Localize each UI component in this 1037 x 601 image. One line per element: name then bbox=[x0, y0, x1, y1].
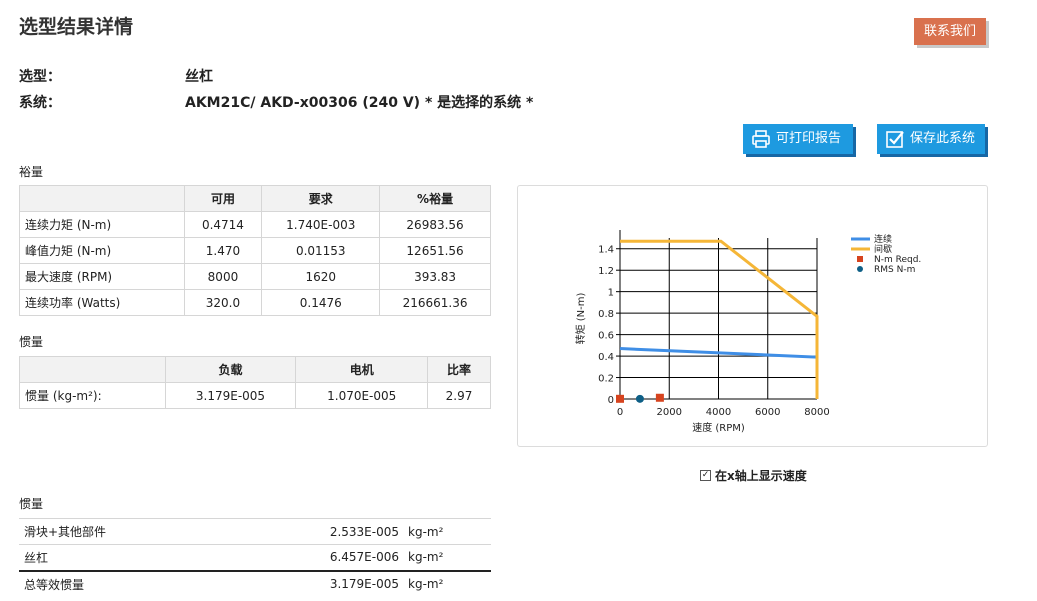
table-cell: 总等效惯量 bbox=[19, 569, 283, 597]
type-label: 选型： bbox=[19, 69, 61, 85]
table-cell: 0.4714 bbox=[183, 211, 263, 238]
legend-swatch bbox=[857, 256, 863, 262]
y-tick-label: 1.4 bbox=[598, 245, 614, 256]
inertia-ratio-section-label: 惯量 bbox=[19, 335, 44, 349]
margin-table: 可用 要求 %裕量 连续力矩 (N-m) 0.4714 1.740E-003 2… bbox=[19, 185, 491, 316]
print-report-label: 可打印报告 bbox=[776, 131, 842, 146]
table-cell: kg-m² bbox=[403, 518, 491, 545]
table-cell: kg-m² bbox=[403, 544, 491, 571]
printer-icon bbox=[751, 129, 771, 149]
table-cell: kg-m² bbox=[403, 569, 491, 597]
table-cell: 2.97 bbox=[427, 382, 491, 409]
show-speed-label: 在x轴上显示速度 bbox=[715, 469, 807, 483]
checkbox-checked-icon[interactable]: ✓ bbox=[700, 470, 711, 481]
x-tick-label: 6000 bbox=[755, 407, 780, 418]
table-row: 连续力矩 (N-m) 0.4714 1.740E-003 26983.56 bbox=[19, 211, 491, 238]
table-header: 可用 bbox=[183, 185, 263, 212]
table-header: 电机 bbox=[295, 356, 429, 383]
table-cell: 1.070E-005 bbox=[295, 382, 429, 409]
table-cell: 1.740E-003 bbox=[261, 211, 381, 238]
table-row: 峰值力矩 (N-m) 1.470 0.01153 12651.56 bbox=[19, 237, 491, 264]
table-cell: 0.01153 bbox=[261, 237, 381, 264]
y-tick-label: 0 bbox=[608, 395, 614, 406]
table-header: 要求 bbox=[261, 185, 381, 212]
x-tick-label: 8000 bbox=[804, 407, 829, 418]
table-header bbox=[19, 356, 166, 383]
table-cell: 最大速度 (RPM) bbox=[19, 263, 185, 290]
legend-label: 间歇 bbox=[874, 243, 892, 255]
table-cell: 216661.36 bbox=[379, 289, 491, 316]
table-header-row: 可用 要求 %裕量 bbox=[19, 185, 491, 212]
table-header-row: 负载 电机 比率 bbox=[19, 356, 491, 383]
table-cell: 3.179E-005 bbox=[164, 382, 297, 409]
y-tick-label: 0.6 bbox=[598, 331, 614, 342]
table-cell: 3.179E-005 bbox=[283, 569, 403, 597]
page-title: 选型结果详情 bbox=[19, 16, 134, 38]
table-cell: 2.533E-005 bbox=[283, 518, 403, 545]
y-tick-label: 0.2 bbox=[598, 374, 614, 385]
y-tick-label: 1 bbox=[608, 288, 614, 299]
y-tick-label: 0.4 bbox=[598, 352, 614, 363]
table-cell: 6.457E-006 bbox=[283, 544, 403, 571]
table-cell: 惯量 (kg-m²): bbox=[19, 382, 166, 409]
table-header: 负载 bbox=[164, 356, 297, 383]
save-system-button[interactable]: 保存此系统 bbox=[877, 124, 985, 154]
system-value: AKM21C/ AKD-x00306 (240 V) * 是选择的系统 * bbox=[185, 95, 534, 111]
y-tick-label: 1.2 bbox=[598, 266, 614, 277]
series-point bbox=[635, 394, 644, 403]
margin-section-label: 裕量 bbox=[19, 165, 44, 179]
table-cell: 峰值力矩 (N-m) bbox=[19, 237, 185, 264]
chart-canvas: 0 2000 4000 6000 8000 0 0.2 0.4 0.6 0.8 1 1.2 1.4 速度… bbox=[574, 230, 921, 434]
table-cell: 320.0 bbox=[183, 289, 263, 316]
show-speed-checkbox[interactable]: ✓ 在x轴上显示速度 bbox=[700, 467, 807, 484]
series-point bbox=[655, 393, 664, 402]
table-cell: 滑块+其他部件 bbox=[19, 518, 283, 545]
table-cell: 8000 bbox=[183, 263, 263, 290]
table-cell: 连续功率 (Watts) bbox=[19, 289, 185, 316]
x-tick-label: 2000 bbox=[657, 407, 682, 418]
x-tick-label: 4000 bbox=[706, 407, 731, 418]
table-cell: 26983.56 bbox=[379, 211, 491, 238]
table-cell: 0.1476 bbox=[261, 289, 381, 316]
torque-speed-chart: 0 2000 4000 6000 8000 0 0.2 0.4 0.6 0.8 1 1.2 1.4 速度… bbox=[517, 185, 988, 447]
system-label: 系统： bbox=[19, 95, 61, 111]
table-row: 惯量 (kg-m²): 3.179E-005 1.070E-005 2.97 bbox=[19, 382, 491, 409]
x-tick-label: 0 bbox=[617, 407, 623, 418]
save-system-label: 保存此系统 bbox=[910, 131, 976, 146]
checkbox-icon bbox=[885, 129, 905, 149]
contact-us-button[interactable]: 联系我们 bbox=[914, 18, 986, 45]
table-cell: 12651.56 bbox=[379, 237, 491, 264]
table-row-total: 总等效惯量 3.179E-005 kg-m² bbox=[19, 569, 491, 597]
type-value: 丝杠 bbox=[185, 69, 213, 85]
table-header: 比率 bbox=[427, 356, 491, 383]
table-row: 连续功率 (Watts) 320.0 0.1476 216661.36 bbox=[19, 289, 491, 316]
table-header: %裕量 bbox=[379, 185, 491, 212]
inertia-detail-section-label: 惯量 bbox=[19, 497, 44, 511]
inertia-detail-table: 滑块+其他部件 2.533E-005 kg-m² 丝杠 6.457E-006 k… bbox=[19, 518, 491, 597]
legend-label: N-m Reqd. bbox=[874, 255, 921, 265]
table-cell: 连续力矩 (N-m) bbox=[19, 211, 185, 238]
legend-swatch bbox=[857, 266, 863, 272]
table-cell: 1.470 bbox=[183, 237, 263, 264]
x-axis-label: 速度 (RPM) bbox=[692, 421, 745, 434]
print-report-button[interactable]: 可打印报告 bbox=[743, 124, 853, 154]
table-row: 滑块+其他部件 2.533E-005 kg-m² bbox=[19, 518, 491, 545]
series-point bbox=[616, 394, 624, 403]
legend-label: 连续 bbox=[874, 233, 892, 245]
y-tick-label: 0.8 bbox=[598, 309, 614, 320]
table-header bbox=[19, 185, 185, 212]
table-row: 丝杠 6.457E-006 kg-m² bbox=[19, 544, 491, 571]
inertia-ratio-table: 负载 电机 比率 惯量 (kg-m²): 3.179E-005 1.070E-0… bbox=[19, 356, 491, 409]
table-cell: 1620 bbox=[261, 263, 381, 290]
table-cell: 丝杠 bbox=[19, 544, 283, 571]
legend-label: RMS N-m bbox=[874, 265, 915, 275]
y-axis-label: 转矩 (N-m) bbox=[574, 292, 587, 344]
table-row: 最大速度 (RPM) 8000 1620 393.83 bbox=[19, 263, 491, 290]
table-cell: 393.83 bbox=[379, 263, 491, 290]
